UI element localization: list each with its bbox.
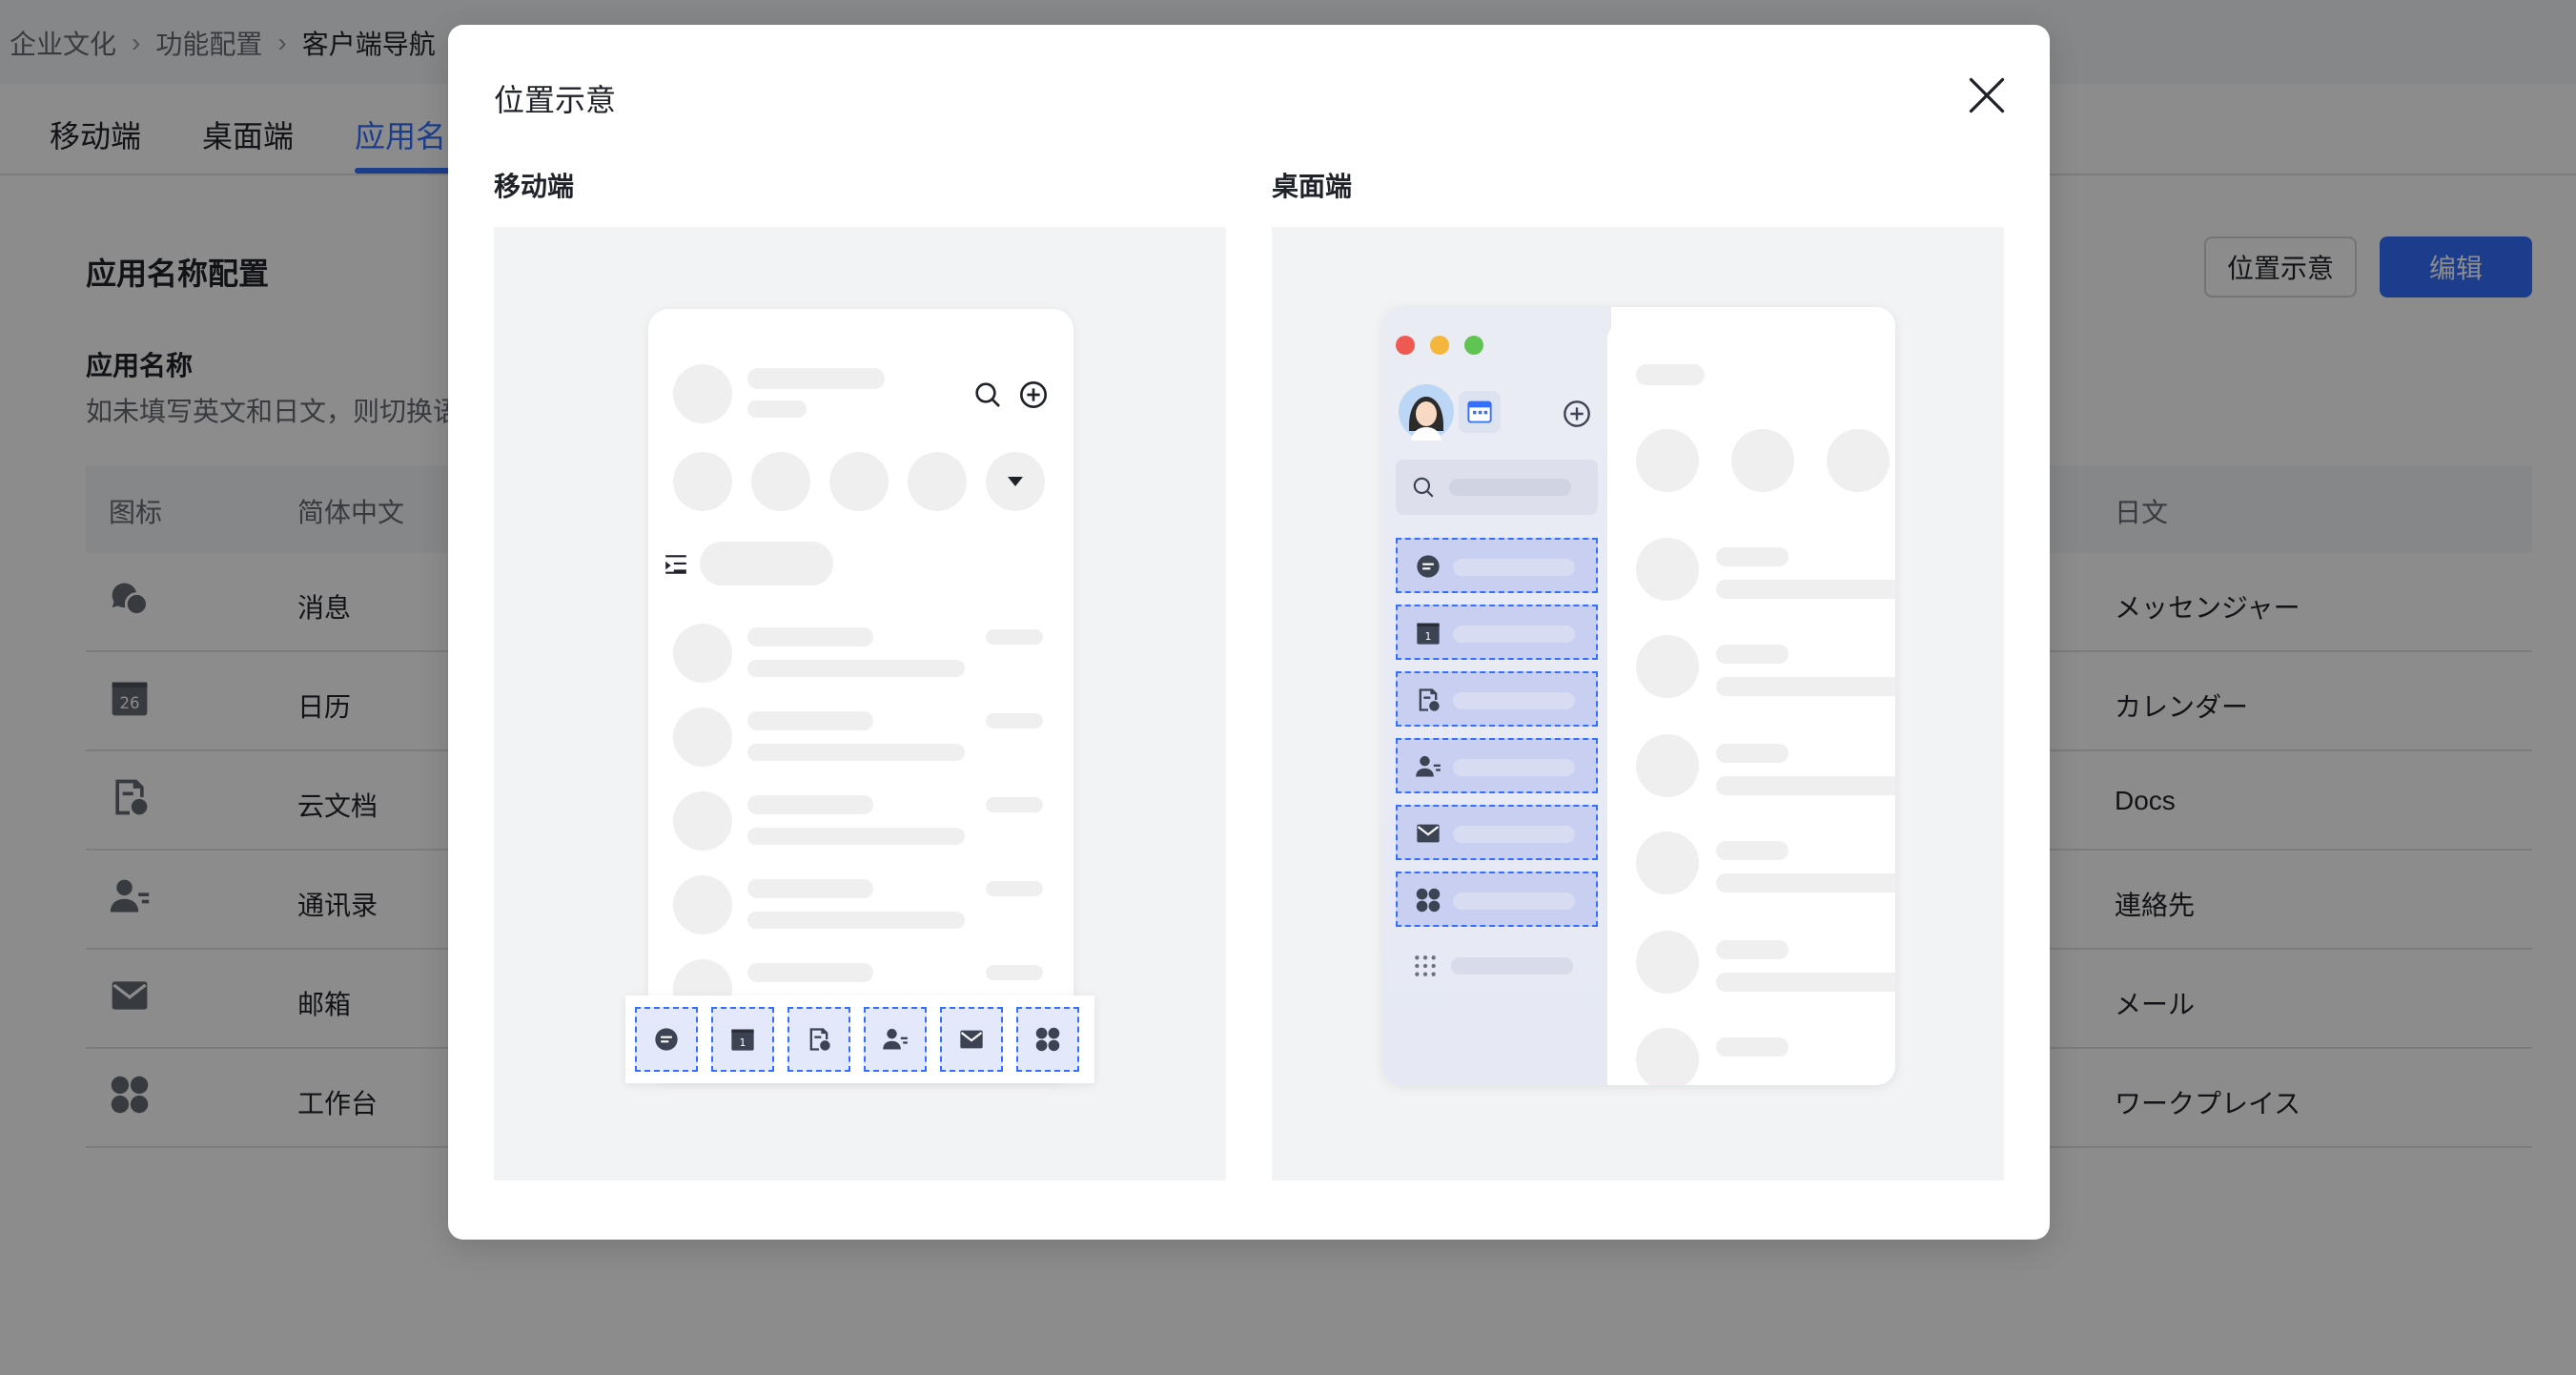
window-close-dot bbox=[1396, 336, 1415, 355]
nav-item-mail bbox=[1396, 805, 1598, 860]
workplace-icon bbox=[1035, 1027, 1060, 1052]
workplace-icon bbox=[1416, 888, 1441, 913]
nav-item-calendar: 1 bbox=[1396, 605, 1598, 660]
mobile-preview: 1 bbox=[494, 227, 1226, 1180]
add-circle-icon bbox=[1020, 381, 1047, 408]
desktop-sidebar: 1 bbox=[1382, 307, 1611, 1085]
phone-mockup bbox=[648, 309, 1073, 1081]
nav-item-workplace bbox=[1396, 872, 1598, 927]
desktop-content bbox=[1607, 322, 1895, 1085]
window-maximize-dot bbox=[1464, 336, 1483, 355]
tab-docs bbox=[787, 1007, 850, 1072]
list-filter-icon bbox=[665, 555, 686, 574]
location-hint-modal: 位置示意 移动端 桌面端 1 1 bbox=[448, 25, 2050, 1240]
tab-workplace bbox=[1016, 1007, 1079, 1072]
avatar bbox=[1399, 384, 1454, 441]
docs-icon bbox=[1419, 688, 1440, 711]
apps-grid-icon bbox=[1415, 955, 1436, 976]
nav-item-contacts bbox=[1396, 738, 1598, 793]
nav-item-docs bbox=[1396, 671, 1598, 727]
desktop-label: 桌面端 bbox=[1272, 172, 1353, 201]
desktop-window-mockup: 1 bbox=[1382, 307, 1895, 1085]
modal-title: 位置示意 bbox=[494, 83, 617, 117]
search-icon bbox=[1413, 477, 1434, 498]
close-icon[interactable] bbox=[1966, 74, 2008, 116]
tab-calendar: 1 bbox=[711, 1007, 774, 1072]
docs-icon bbox=[809, 1028, 830, 1051]
calendar-widget bbox=[1459, 391, 1501, 433]
mail-icon bbox=[1417, 824, 1440, 843]
svg-text:1: 1 bbox=[740, 1037, 746, 1049]
mobile-label: 移动端 bbox=[494, 172, 575, 201]
contacts-icon bbox=[1416, 755, 1441, 777]
message-icon bbox=[655, 1028, 678, 1051]
message-icon bbox=[1417, 555, 1440, 578]
calendar-icon: 1 bbox=[731, 1029, 754, 1051]
calendar-icon: 1 bbox=[1417, 623, 1440, 645]
calendar-icon bbox=[1467, 400, 1492, 423]
search-icon bbox=[975, 382, 1000, 407]
nav-item-message bbox=[1396, 538, 1598, 593]
tab-message bbox=[635, 1007, 698, 1072]
desktop-preview: 1 bbox=[1272, 227, 2004, 1180]
nav-item-more bbox=[1396, 938, 1598, 994]
tab-mail bbox=[940, 1007, 1003, 1072]
mail-icon bbox=[960, 1030, 983, 1049]
add-circle-icon bbox=[1564, 400, 1590, 427]
tab-contacts bbox=[864, 1007, 927, 1072]
contacts-icon bbox=[883, 1028, 908, 1050]
mobile-tab-bar-highlight: 1 bbox=[625, 995, 1094, 1083]
search-box bbox=[1396, 460, 1598, 515]
window-minimize-dot bbox=[1430, 336, 1449, 355]
caret-down-icon bbox=[1008, 477, 1023, 486]
svg-text:1: 1 bbox=[1425, 631, 1432, 643]
